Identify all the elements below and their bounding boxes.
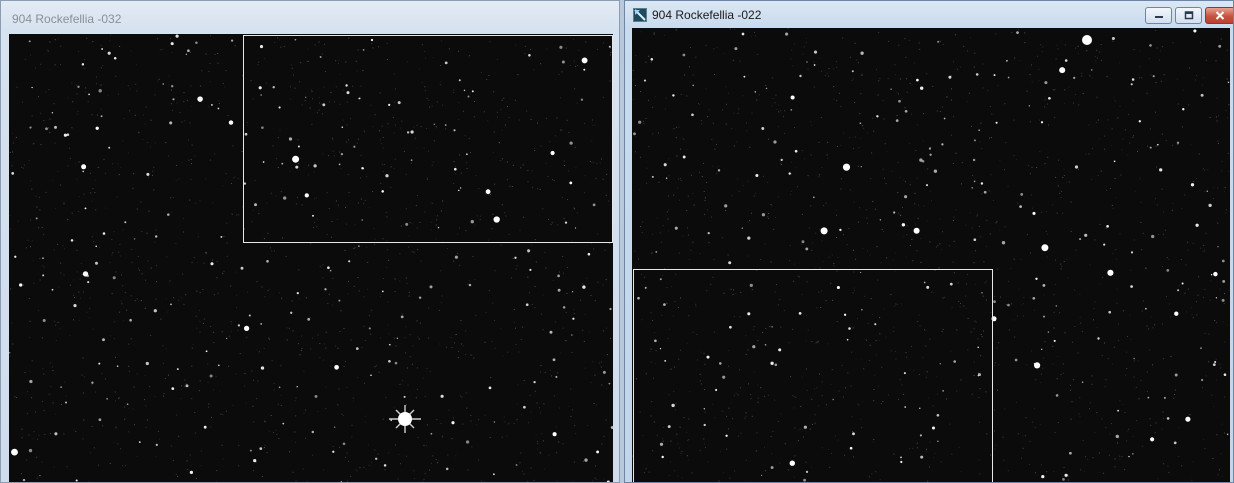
image-window-032[interactable]: 904 Rockefellia -032 [0, 0, 620, 483]
window-title: 904 Rockefellia -032 [12, 12, 122, 26]
star-field [632, 28, 1230, 482]
window-title: 904 Rockefellia -022 [652, 8, 762, 22]
title-bar[interactable]: 904 Rockefellia -022 [625, 1, 1233, 29]
maximize-icon [1184, 11, 1194, 20]
star-field-image[interactable] [632, 28, 1230, 482]
star-field [9, 34, 613, 482]
close-icon [1215, 11, 1225, 20]
title-bar[interactable]: 904 Rockefellia -032 [1, 1, 619, 31]
minimize-button[interactable] [1145, 7, 1172, 24]
minimize-icon [1154, 13, 1164, 19]
maximize-button[interactable] [1175, 7, 1202, 24]
app-icon [633, 8, 647, 22]
close-button[interactable] [1205, 7, 1233, 24]
image-window-022[interactable]: 904 Rockefellia -022 [624, 0, 1234, 483]
star-field-image[interactable] [9, 34, 613, 482]
